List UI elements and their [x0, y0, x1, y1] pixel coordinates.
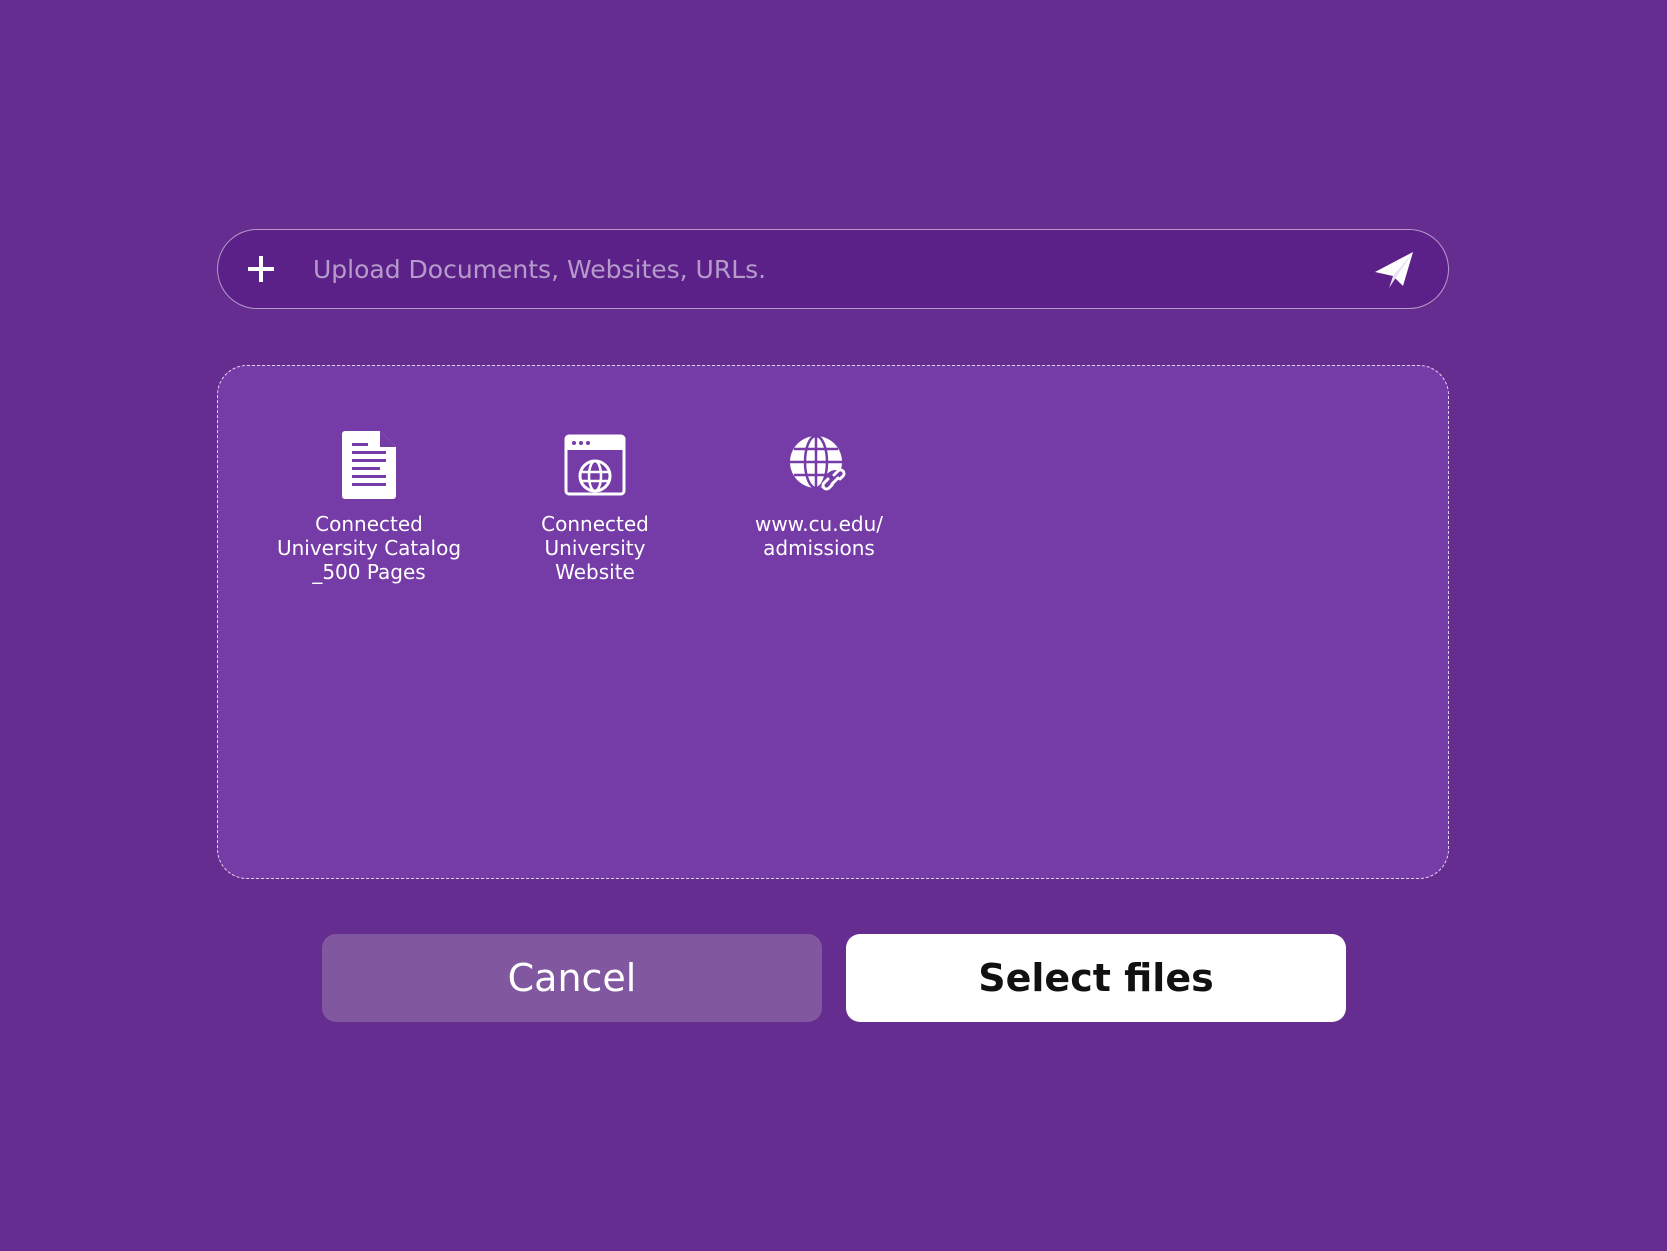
source-label: www.cu.edu/ admissions: [754, 512, 884, 560]
upload-bar: [217, 229, 1449, 309]
select-files-button[interactable]: Select files: [846, 934, 1346, 1022]
source-item-website[interactable]: Connected University Website: [495, 430, 695, 584]
website-icon: [560, 430, 630, 500]
plus-icon[interactable]: [240, 248, 282, 290]
cancel-button[interactable]: Cancel: [322, 934, 822, 1022]
upload-input[interactable]: [313, 240, 1313, 298]
paper-plane-icon[interactable]: [1372, 250, 1416, 290]
source-label: Connected University Website: [541, 512, 649, 584]
document-icon: [334, 430, 404, 500]
globe-link-icon: [784, 430, 854, 500]
source-label: Connected University Catalog _500 Pages: [276, 512, 462, 584]
source-item-url[interactable]: www.cu.edu/ admissions: [719, 430, 919, 560]
source-item-catalog[interactable]: Connected University Catalog _500 Pages: [269, 430, 469, 584]
file-drop-zone[interactable]: Connected University Catalog _500 Pages …: [217, 365, 1449, 879]
